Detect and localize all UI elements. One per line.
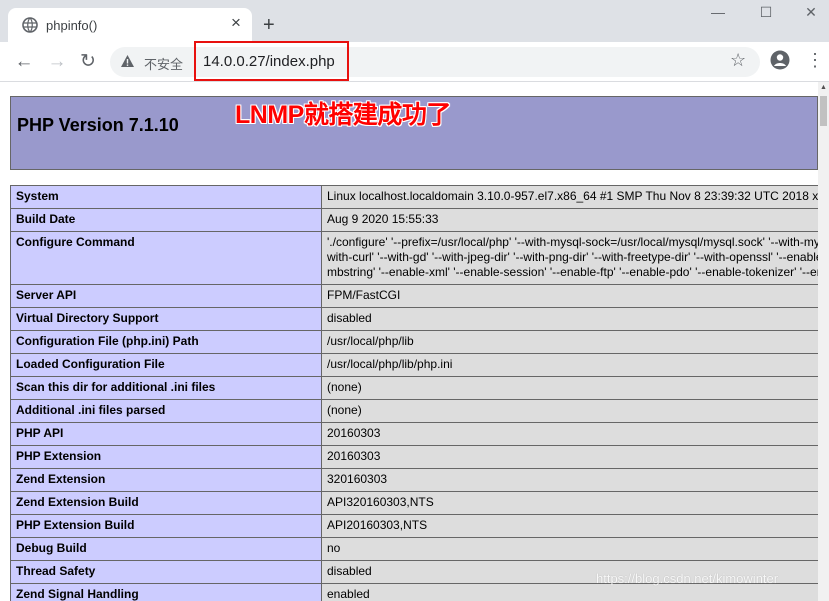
row-value-line: 20160303 — [327, 426, 381, 440]
row-value-line: /usr/local/php/lib/php.ini — [327, 357, 453, 371]
url-highlight-box — [194, 41, 349, 81]
row-value-line: /usr/local/php/lib — [327, 334, 414, 348]
row-value: (none) — [321, 376, 818, 400]
tab-phpinfo[interactable]: phpinfo() × — [8, 8, 252, 42]
scroll-up-icon[interactable]: ▲ — [818, 82, 829, 94]
tab-strip: phpinfo() × + — ☐ ✕ — [0, 0, 829, 42]
new-tab-icon[interactable]: + — [263, 15, 275, 35]
row-value: API20160303,NTS — [321, 514, 818, 538]
row-value-line: FPM/FastCGI — [327, 288, 401, 302]
row-value-line: (none) — [327, 403, 362, 417]
tab-close-icon[interactable]: × — [227, 14, 245, 32]
forward-arrow-icon[interactable]: → — [46, 52, 68, 72]
php-version-title: PHP Version 7.1.10 — [17, 115, 179, 135]
minimize-icon[interactable]: — — [698, 4, 738, 26]
table-row: Additional .ini files parsed (none) — [10, 399, 818, 423]
row-key: Scan this dir for additional .ini files — [10, 376, 322, 400]
table-row: PHP API 20160303 — [10, 422, 818, 446]
table-row: Debug Build no — [10, 537, 818, 561]
row-value: FPM/FastCGI — [321, 284, 818, 308]
row-value: Aug 9 2020 15:55:33 — [321, 208, 818, 232]
browser-toolbar: ← → ↻ 不安全 14.0.0.27/index.php — [0, 42, 829, 82]
row-value: './configure' '--prefix=/usr/local/php' … — [321, 231, 818, 285]
scroll-thumb[interactable] — [820, 96, 827, 126]
tab-title: phpinfo() — [46, 18, 98, 33]
row-value: API320160303,NTS — [321, 491, 818, 515]
row-value-line: 20160303 — [327, 449, 381, 463]
row-key: PHP Extension — [10, 445, 322, 469]
table-row: Zend Extension 320160303 — [10, 468, 818, 492]
row-key: Configuration File (php.ini) Path — [10, 330, 322, 354]
row-value: (none) — [321, 399, 818, 423]
row-key: Additional .ini files parsed — [10, 399, 322, 423]
table-row: PHP Extension Build API20160303,NTS — [10, 514, 818, 538]
row-key: Zend Signal Handling — [10, 583, 322, 601]
row-key: System — [10, 185, 322, 209]
reload-icon[interactable]: ↻ — [77, 52, 99, 72]
back-arrow-icon[interactable]: ← — [13, 52, 35, 72]
row-value-line: with-curl' '--with-gd' '--with-jpeg-dir'… — [327, 250, 818, 264]
row-value-line: disabled — [327, 311, 372, 325]
table-row: Virtual Directory Support disabled — [10, 307, 818, 331]
page-viewport: PHP Version 7.1.10 LNMP就搭建成功了 System Linu… — [0, 82, 818, 601]
table-row: PHP Extension 20160303 — [10, 445, 818, 469]
security-label[interactable]: 不安全 — [144, 54, 183, 73]
page-scrollbar[interactable]: ▲ — [818, 82, 829, 601]
row-value: 20160303 — [321, 445, 818, 469]
table-row: Configuration File (php.ini) Path/usr/lo… — [10, 330, 818, 354]
row-value: 320160303 — [321, 468, 818, 492]
row-value: Linux localhost.localdomain 3.10.0-957.e… — [321, 185, 818, 209]
row-key: Loaded Configuration File — [10, 353, 322, 377]
table-row: Configure Command './configure' '--prefix… — [10, 231, 818, 285]
row-value-line: (none) — [327, 380, 362, 394]
row-key: Thread Safety — [10, 560, 322, 584]
row-key: PHP Extension Build — [10, 514, 322, 538]
bookmark-star-icon[interactable]: ☆ — [730, 50, 746, 71]
row-value: /usr/local/php/lib — [321, 330, 818, 354]
table-row: Zend Extension Build API320160303,NTS — [10, 491, 818, 515]
table-row: Server API FPM/FastCGI — [10, 284, 818, 308]
row-value-line: no — [327, 541, 341, 555]
row-value-line: Linux localhost.localdomain 3.10.0-957.e… — [327, 189, 818, 203]
table-row: Build Date Aug 9 2020 15:55:33 — [10, 208, 818, 232]
row-key: Zend Extension — [10, 468, 322, 492]
row-key: Zend Extension Build — [10, 491, 322, 515]
row-value: disabled — [321, 307, 818, 331]
table-row: Loaded Configuration File/usr/local/php/… — [10, 353, 818, 377]
row-value: enabled — [321, 583, 818, 601]
row-key: Debug Build — [10, 537, 322, 561]
row-value-line: 320160303 — [327, 472, 388, 486]
row-value: no — [321, 537, 818, 561]
watermark: https://blog.csdn.net/kimowinter — [596, 571, 779, 586]
row-value: /usr/local/php/lib/php.ini — [321, 353, 818, 377]
row-value-line: API320160303,NTS — [327, 495, 434, 509]
row-key: PHP API — [10, 422, 322, 446]
table-row: Scan this dir for additional .ini files (… — [10, 376, 818, 400]
row-key: Server API — [10, 284, 322, 308]
annotation-text: LNMP就搭建成功了 — [235, 101, 451, 129]
row-value-line: enabled — [327, 587, 370, 601]
row-key: Configure Command — [10, 231, 322, 285]
profile-avatar-icon[interactable] — [770, 50, 790, 70]
more-menu-icon[interactable]: ⋮ — [806, 50, 824, 70]
row-key: Virtual Directory Support — [10, 307, 322, 331]
table-row: Zend Signal Handling enabled — [10, 583, 818, 601]
phpinfo-table: System Linux localhost.localdomain 3.10.0… — [10, 185, 818, 601]
warning-icon[interactable] — [120, 54, 135, 73]
row-value-line: mbstring' '--enable-xml' '--enable-sessi… — [327, 265, 818, 279]
row-value-line: Aug 9 2020 15:55:33 — [327, 212, 439, 226]
globe-icon — [22, 17, 38, 38]
row-value-line: './configure' '--prefix=/usr/local/php' … — [327, 235, 818, 249]
close-window-icon[interactable]: ✕ — [791, 4, 829, 26]
row-value: 20160303 — [321, 422, 818, 446]
row-key: Build Date — [10, 208, 322, 232]
maximize-icon[interactable]: ☐ — [746, 4, 786, 26]
table-row: System Linux localhost.localdomain 3.10.0… — [10, 185, 818, 209]
row-value-line: API20160303,NTS — [327, 518, 428, 532]
